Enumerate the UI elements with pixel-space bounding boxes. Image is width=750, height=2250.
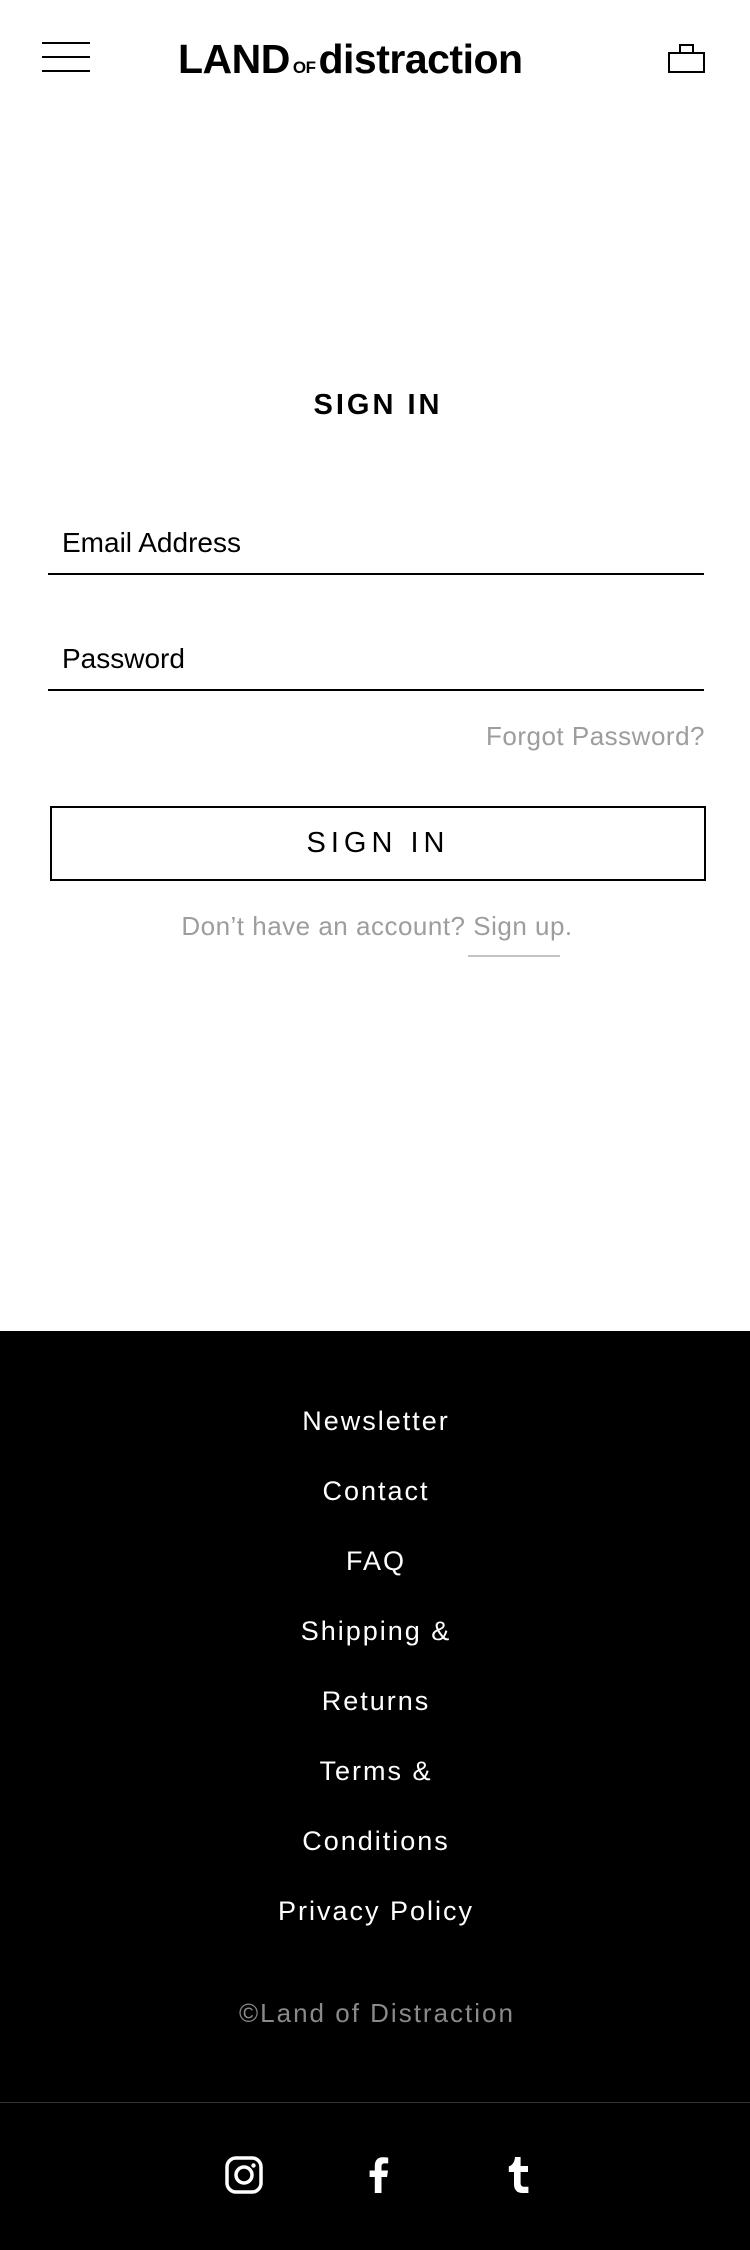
footer-link-conditions[interactable]: Conditions [302,1806,450,1876]
tumblr-icon[interactable] [498,2155,538,2195]
site-footer: Newsletter Contact FAQ Shipping & Return… [0,1331,750,2250]
menu-bar [42,56,90,58]
email-field[interactable] [48,505,704,573]
logo-word-of: OF [292,58,316,77]
footer-link-item: Returns [0,1666,750,1736]
footer-link-newsletter[interactable]: Newsletter [302,1386,450,1456]
instagram-icon[interactable] [224,2155,264,2195]
bag-body [668,52,705,73]
footer-link-item: Privacy Policy [0,1876,750,1946]
email-field-wrapper [48,505,704,575]
facebook-icon[interactable] [359,2155,399,2195]
footer-link-item: Contact [0,1456,750,1526]
password-field[interactable] [48,621,704,689]
forgot-password-link[interactable]: Forgot Password? [486,719,705,753]
sign-in-button[interactable]: SIGN IN [50,806,706,881]
shopping-bag-icon[interactable] [668,44,705,74]
footer-link-contact[interactable]: Contact [322,1456,429,1526]
menu-bar [42,42,90,44]
site-logo[interactable]: LAND OF distraction [178,34,573,84]
site-header: LAND OF distraction [0,0,750,118]
footer-divider [0,2102,750,2103]
sign-up-link[interactable]: Sign up. [473,911,572,941]
footer-link-item: Shipping & [0,1596,750,1666]
logo-word-distraction: distraction [318,36,523,82]
logo-word-land: LAND [178,36,290,82]
footer-links: Newsletter Contact FAQ Shipping & Return… [0,1386,750,1946]
footer-link-privacy[interactable]: Privacy Policy [278,1876,474,1946]
footer-link-returns[interactable]: Returns [322,1666,431,1736]
footer-link-item: Terms & [0,1736,750,1806]
menu-bar [42,70,90,72]
footer-link-item: Conditions [0,1806,750,1876]
copyright-text: ©Land of Distraction [239,1998,515,2028]
no-account-text: Don’t have an account? [181,911,474,941]
sign-up-underline [468,955,560,957]
footer-link-shipping[interactable]: Shipping & [301,1596,452,1666]
footer-link-faq[interactable]: FAQ [346,1526,406,1596]
page-title: SIGN IN [313,389,443,421]
signup-prompt: Don’t have an account? Sign up. [0,908,750,944]
footer-link-item: FAQ [0,1526,750,1596]
footer-link-item: Newsletter [0,1386,750,1456]
footer-link-terms[interactable]: Terms & [319,1736,432,1806]
hamburger-menu-icon[interactable] [42,42,90,74]
password-field-wrapper [48,621,704,691]
